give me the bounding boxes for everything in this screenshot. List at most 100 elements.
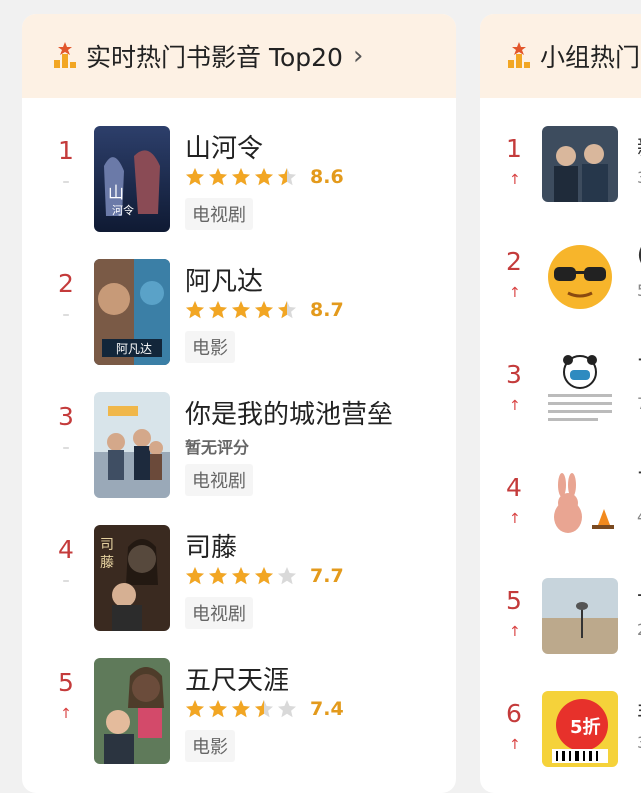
poster-image — [94, 392, 170, 498]
trend-up-icon: ↑ — [509, 172, 521, 188]
rating-score: 7.4 — [310, 698, 344, 720]
poster-image: 司 藤 — [94, 525, 170, 631]
star-full-icon — [186, 700, 204, 718]
discount-sticker-thumbnail: 5折 — [542, 691, 618, 767]
poster-image: 阿凡达 — [94, 259, 170, 365]
rank-number: 2 — [506, 247, 522, 276]
trend-up-icon: ↑ — [509, 398, 521, 414]
group-hot-card: 小组热门 1 ↑ 新 3 2 ↑ ( 5 3 ↑ 7 7 4 ↑ 7 4 — [480, 14, 641, 793]
svg-text:河令: 河令 — [112, 203, 134, 217]
star-full-icon — [186, 301, 204, 319]
group-hot-title: 小组热门 — [540, 43, 641, 72]
star-full-icon — [209, 567, 227, 585]
star-full-icon — [232, 567, 250, 585]
list-item[interactable]: 2 – 阿凡达 阿凡达 8.7 电影 — [22, 259, 456, 392]
chart-rank-icon — [52, 42, 78, 70]
rating-stars: 8.7 — [185, 299, 344, 321]
star-empty-icon — [278, 567, 296, 585]
poster-image: 山 河令 — [94, 126, 170, 232]
svg-text:藤: 藤 — [100, 555, 114, 571]
star-full-icon — [255, 168, 273, 186]
trend-flat-icon: – — [62, 174, 70, 190]
trend-up-icon: ↑ — [509, 737, 521, 753]
star-full-icon — [186, 567, 204, 585]
list-item[interactable]: 4 – 司 藤 司藤 7.7 电视剧 — [22, 525, 456, 658]
trend-flat-icon: – — [62, 440, 70, 456]
poster-image — [94, 658, 170, 764]
star-full-icon — [255, 567, 273, 585]
group-item-title: 非 — [637, 695, 641, 727]
rating-score: 8.6 — [310, 166, 344, 188]
star-full-icon — [255, 301, 273, 319]
chevron-right-icon: › — [352, 41, 364, 71]
panda-meme-thumbnail — [542, 352, 618, 428]
star-full-icon — [209, 301, 227, 319]
star-half-icon — [278, 168, 296, 186]
group-item-title: - — [637, 582, 641, 607]
list-item[interactable]: 1 – 山 河令 山河令 8.6 电视剧 — [22, 126, 456, 259]
group-item-meta: 3 — [637, 733, 641, 752]
rank-number: 5 — [506, 586, 522, 615]
group-thumbnail — [542, 126, 618, 202]
chart-rank-icon — [506, 42, 532, 70]
group-item-meta: 7 — [637, 394, 641, 413]
emoji-sunglasses-icon — [542, 239, 618, 315]
group-list-item[interactable]: 2 ↑ ( 5 — [480, 239, 641, 351]
group-item-meta: 5 — [637, 281, 641, 300]
star-full-icon — [209, 700, 227, 718]
group-list-item[interactable]: 3 ↑ 7 7 — [480, 352, 641, 464]
group-item-title: 新 — [637, 130, 641, 162]
group-list-item[interactable]: 1 ↑ 新 3 — [480, 126, 641, 238]
star-empty-icon — [278, 700, 296, 718]
item-title: 你是我的城池营垒 — [185, 400, 394, 430]
category-tag: 电视剧 — [185, 464, 253, 496]
no-rating-label: 暂无评分 — [185, 438, 250, 457]
category-tag: 电影 — [185, 730, 235, 762]
group-list-item[interactable]: 4 ↑ 7 4 — [480, 465, 641, 577]
item-title: 司藤 — [185, 533, 238, 563]
group-item-meta: 3 — [637, 168, 641, 187]
rating-stars: 7.7 — [185, 565, 344, 587]
category-tag: 电视剧 — [185, 198, 253, 230]
group-item-meta: 2 — [637, 620, 641, 639]
item-title: 阿凡达 — [185, 267, 264, 297]
item-title: 山河令 — [185, 134, 264, 164]
rank-number: 1 — [506, 134, 522, 163]
discount-badge-text: 5折 — [570, 716, 601, 738]
rating-stars: 8.6 — [185, 166, 344, 188]
list-item[interactable]: 5 ↑ 五尺天涯 7.4 电影 — [22, 658, 456, 791]
star-half-icon — [278, 301, 296, 319]
group-item-title: ( — [637, 243, 641, 268]
category-tag: 电影 — [185, 331, 235, 363]
group-hot-header[interactable]: 小组热门 — [480, 14, 641, 98]
rank-number: 5 — [58, 668, 74, 697]
top20-header[interactable]: 实时热门书影音 Top20 › — [22, 14, 456, 98]
svg-text:司: 司 — [100, 537, 114, 553]
svg-text:山: 山 — [108, 183, 124, 202]
top20-title: 实时热门书影音 Top20 — [86, 43, 343, 72]
item-title: 五尺天涯 — [185, 666, 290, 696]
rank-number: 2 — [58, 269, 74, 298]
group-item-meta: 4 — [637, 507, 641, 526]
rank-number: 3 — [58, 402, 74, 431]
list-item[interactable]: 3 – 你是我的城池营垒 暂无评分 电视剧 — [22, 392, 456, 525]
rank-number: 1 — [58, 136, 74, 165]
trend-flat-icon: – — [62, 573, 70, 589]
group-list-item[interactable]: 5 ↑ - 2 — [480, 578, 641, 690]
trend-up-icon: ↑ — [509, 624, 521, 640]
group-list-item[interactable]: 6 ↑ 5折 非 3 — [480, 691, 641, 793]
star-full-icon — [232, 700, 250, 718]
category-tag: 电视剧 — [185, 597, 253, 629]
rating-stars: 7.4 — [185, 698, 344, 720]
rabbit-campfire-thumbnail — [542, 465, 618, 541]
top20-card: 实时热门书影音 Top20 › 1 – 山 河令 山河令 8.6 电视剧 2 – — [22, 14, 456, 793]
star-full-icon — [209, 168, 227, 186]
group-item-title: 7 — [637, 356, 641, 381]
rank-number: 3 — [506, 360, 522, 389]
group-item-title: 7 — [637, 469, 641, 494]
trend-up-icon: ↑ — [509, 511, 521, 527]
trend-up-icon: ↑ — [509, 285, 521, 301]
svg-text:阿凡达: 阿凡达 — [116, 342, 152, 356]
rank-number: 6 — [506, 699, 522, 728]
star-full-icon — [232, 301, 250, 319]
